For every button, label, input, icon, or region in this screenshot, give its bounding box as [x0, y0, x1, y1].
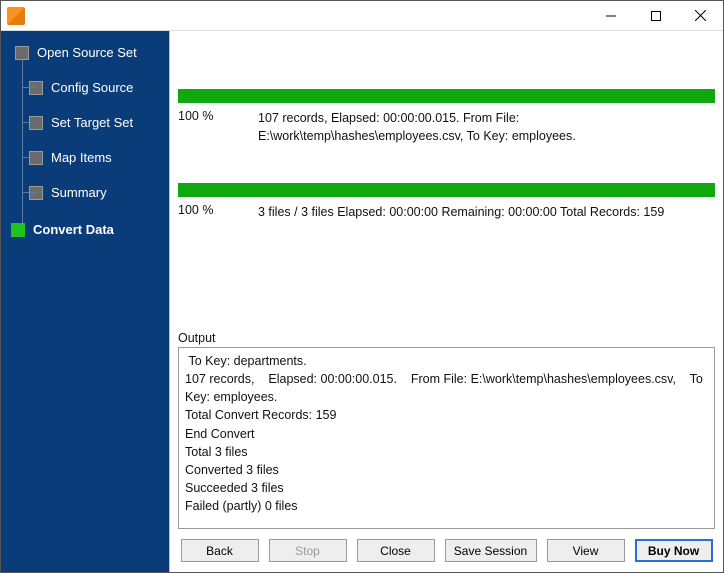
file-progress-block: 100 % 107 records, Elapsed: 00:00:00.015…: [178, 89, 715, 145]
button-bar: Back Stop Close Save Session View Buy No…: [170, 529, 723, 572]
file-progress-percent: 100 %: [178, 109, 232, 145]
nav-open-source-set[interactable]: Open Source Set: [15, 41, 169, 64]
overall-progress-block: 100 % 3 files / 3 files Elapsed: 00:00:0…: [178, 183, 715, 221]
tree-connector: [22, 53, 23, 233]
step-box-icon: [15, 46, 29, 60]
progress-area: 100 % 107 records, Elapsed: 00:00:00.015…: [170, 31, 723, 331]
nav-convert-data[interactable]: Convert Data: [11, 218, 169, 241]
stop-button: Stop: [269, 539, 347, 562]
file-progress-bar: [178, 89, 715, 103]
window-controls: [588, 1, 723, 30]
view-button[interactable]: View: [547, 539, 625, 562]
nav-label: Summary: [51, 185, 107, 200]
nav-map-items[interactable]: Map Items: [29, 146, 169, 169]
nav-config-source[interactable]: Config Source: [29, 76, 169, 99]
file-progress-details: 107 records, Elapsed: 00:00:00.015. From…: [258, 109, 715, 145]
nav-label: Set Target Set: [51, 115, 133, 130]
app-icon: [7, 7, 25, 25]
titlebar: [1, 1, 723, 31]
nav-set-target-set[interactable]: Set Target Set: [29, 111, 169, 134]
step-box-icon: [11, 223, 25, 237]
wizard-sidebar: Open Source Set Config Source Set Target…: [1, 31, 169, 572]
nav-summary[interactable]: Summary: [29, 181, 169, 204]
nav-label: Map Items: [51, 150, 112, 165]
overall-progress-bar: [178, 183, 715, 197]
overall-progress-details: 3 files / 3 files Elapsed: 00:00:00 Rema…: [258, 203, 715, 221]
save-session-button[interactable]: Save Session: [445, 539, 537, 562]
output-title: Output: [178, 331, 715, 347]
close-window-button[interactable]: [678, 1, 723, 30]
content-panel: 100 % 107 records, Elapsed: 00:00:00.015…: [169, 31, 723, 572]
minimize-button[interactable]: [588, 1, 633, 30]
buy-now-button[interactable]: Buy Now: [635, 539, 713, 562]
nav-label: Config Source: [51, 80, 133, 95]
nav-label: Open Source Set: [37, 45, 137, 60]
output-log[interactable]: To Key: departments. 107 records, Elapse…: [178, 347, 715, 529]
nav-label: Convert Data: [33, 222, 114, 237]
maximize-button[interactable]: [633, 1, 678, 30]
back-button[interactable]: Back: [181, 539, 259, 562]
close-button[interactable]: Close: [357, 539, 435, 562]
overall-progress-percent: 100 %: [178, 203, 232, 221]
